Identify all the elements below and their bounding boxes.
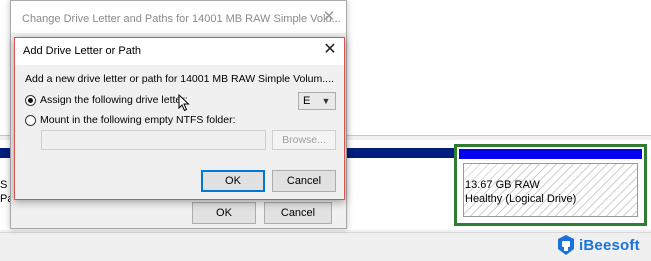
selected-logical-partition[interactable]: 13.67 GB RAW Healthy (Logical Drive) [454,144,647,226]
ibeesoft-brand-text: iBeesoft [579,236,640,254]
ibeesoft-logo: iBeesoft [556,234,640,256]
volume-status: Healthy (Logical Drive) [465,193,577,205]
mount-folder-radio[interactable] [25,114,36,126]
logical-partition-bar [459,149,642,159]
volume-size: 13.67 GB RAW [465,179,540,191]
assign-letter-label: Assign the following drive letter: [40,94,188,106]
drive-letter-value: E [303,95,311,107]
parent-ok-button[interactable]: OK [192,202,256,224]
cancel-button[interactable]: Cancel [272,170,336,192]
folder-path-input[interactable] [41,130,266,150]
parent-dialog-title: Change Drive Letter and Paths for 14001 … [22,13,341,25]
parent-dialog-titlebar[interactable]: Change Drive Letter and Paths for 14001 … [11,1,346,33]
dialog-description: Add a new drive letter or path for 14001… [25,73,334,85]
close-icon[interactable]: ✕ [322,42,338,58]
assign-letter-radio[interactable] [25,94,36,106]
assign-letter-option[interactable]: Assign the following drive letter: [25,94,188,106]
add-drive-letter-dialog: Add Drive Letter or Path ✕ Add a new dri… [14,37,345,200]
browse-button[interactable]: Browse... [272,130,336,150]
close-icon[interactable]: ✕ [322,9,336,24]
parent-cancel-button[interactable]: Cancel [264,202,332,224]
chevron-down-icon: ▼ [321,96,331,106]
ok-button[interactable]: OK [201,170,265,192]
bottom-bar [0,232,651,261]
dialog-title: Add Drive Letter or Path [23,45,142,57]
mount-folder-option[interactable]: Mount in the following empty NTFS folder… [25,114,236,126]
drive-letter-select[interactable]: E ▼ [298,92,336,110]
ibeesoft-logo-icon [558,235,574,255]
dialog-titlebar[interactable]: Add Drive Letter or Path ✕ [15,38,344,65]
mouse-pointer-icon [178,93,190,115]
mount-folder-label: Mount in the following empty NTFS folder… [40,114,236,126]
